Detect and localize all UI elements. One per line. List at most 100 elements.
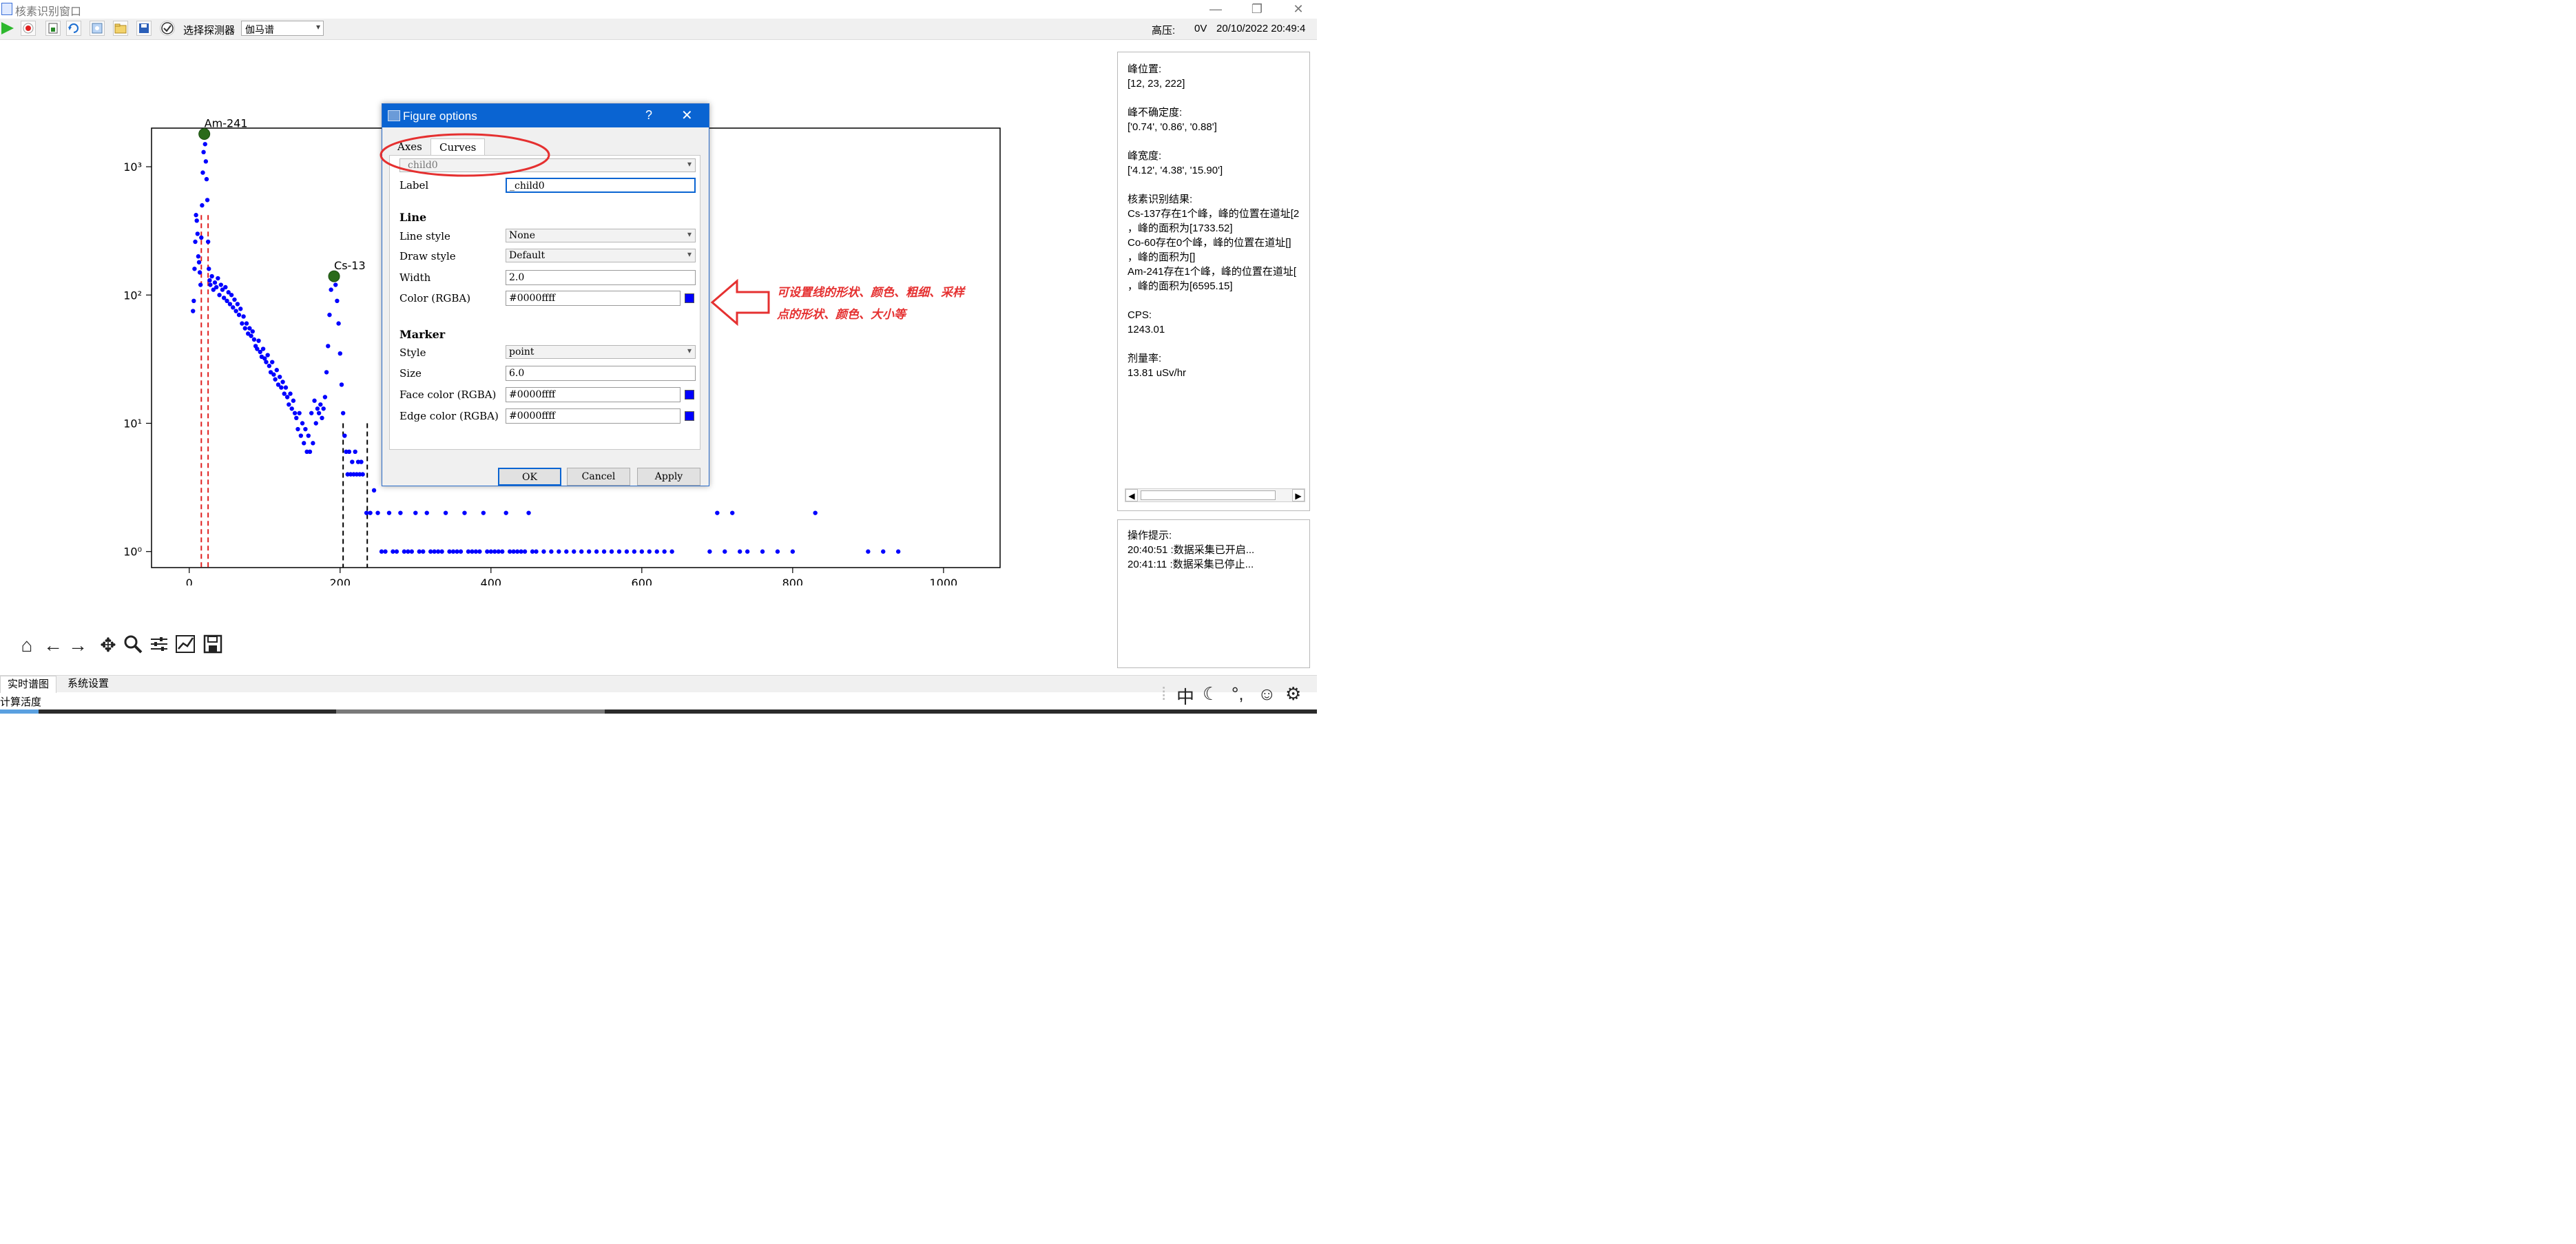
scroll-right-icon[interactable]: ▶ <box>1292 489 1305 501</box>
data-point <box>458 549 464 554</box>
ok-button[interactable]: OK <box>498 468 561 486</box>
data-point <box>198 282 203 287</box>
width-input[interactable]: 2.0 <box>506 270 696 285</box>
color-input[interactable]: #0000ffff <box>506 291 681 306</box>
data-point <box>302 441 307 446</box>
marker-style-select[interactable]: point ▾ <box>506 345 696 359</box>
data-point <box>360 472 365 477</box>
data-point <box>191 309 196 313</box>
figure-options-icon[interactable] <box>174 634 197 657</box>
data-point <box>205 198 210 203</box>
data-point <box>654 549 659 554</box>
edge-color-swatch-button[interactable] <box>685 411 694 421</box>
data-point <box>235 302 240 307</box>
data-point <box>303 426 308 432</box>
data-point <box>402 549 407 554</box>
data-point <box>522 549 528 554</box>
data-point <box>557 549 561 554</box>
data-point <box>309 411 314 415</box>
status-row: 计算活度 <box>0 692 1317 709</box>
data-point <box>320 415 324 421</box>
data-point <box>342 433 347 438</box>
results-scrollbar[interactable]: ◀ ▶ <box>1125 488 1305 502</box>
data-point <box>297 411 302 415</box>
draw-style-value: Default <box>509 250 546 261</box>
ime-lang-icon[interactable]: 中 <box>1176 683 1194 709</box>
line-style-select[interactable]: None ▾ <box>506 229 696 242</box>
open-folder-icon[interactable] <box>113 21 128 36</box>
data-point <box>477 549 482 554</box>
pan-icon[interactable]: ✥ <box>96 634 120 657</box>
data-point <box>202 142 207 147</box>
data-point <box>256 338 261 343</box>
edge-color-input[interactable]: #0000ffff <box>506 408 681 424</box>
data-point <box>232 297 237 302</box>
moon-icon[interactable]: ☾ <box>1203 683 1218 705</box>
app-window: 核素识别窗口 — ❐ ✕ 选择探测器 伽马谱 ▾ 高压: 0V 20/10/20… <box>0 0 1317 715</box>
data-point <box>270 360 275 364</box>
save-icon[interactable] <box>136 21 152 36</box>
data-point <box>492 549 497 554</box>
data-point <box>564 549 569 554</box>
data-point <box>208 282 213 287</box>
data-point <box>616 549 622 554</box>
face-color-swatch-button[interactable] <box>685 390 694 400</box>
data-point <box>775 549 780 554</box>
data-point <box>737 549 742 554</box>
restore-button[interactable]: ❐ <box>1237 0 1277 18</box>
close-button[interactable]: ✕ <box>1278 0 1318 18</box>
data-point <box>488 549 493 554</box>
size-input[interactable]: 6.0 <box>506 366 696 381</box>
line-section: Line <box>399 211 427 224</box>
record-icon[interactable] <box>21 21 36 36</box>
face-color-input[interactable]: #0000ffff <box>506 387 681 402</box>
detector-label: 选择探测器 <box>183 25 236 37</box>
back-arrow-icon[interactable]: ← <box>41 634 65 657</box>
data-point <box>586 549 592 554</box>
data-point <box>428 549 433 554</box>
save-figure-icon[interactable] <box>201 634 225 657</box>
data-point <box>231 305 236 310</box>
check-icon[interactable] <box>160 21 175 36</box>
status-text: 计算活度 <box>0 696 42 708</box>
tab-realtime-spectrum[interactable]: 实时谱图 <box>0 676 57 693</box>
subplots-icon[interactable] <box>147 634 171 657</box>
tab-system-settings[interactable]: 系统设置 <box>61 676 116 692</box>
emoji-icon[interactable]: ☺ <box>1258 683 1276 705</box>
detector-select[interactable]: 伽马谱 ▾ <box>241 21 324 36</box>
data-point <box>279 385 284 390</box>
home-icon[interactable]: ⌂ <box>15 634 39 657</box>
data-point <box>227 302 233 307</box>
data-point <box>316 411 322 415</box>
cancel-button[interactable]: Cancel <box>567 468 630 486</box>
data-point <box>216 276 220 281</box>
scroll-thumb[interactable] <box>1141 490 1276 500</box>
marker-section: Marker <box>399 328 446 341</box>
apply-button[interactable]: Apply <box>637 468 700 486</box>
draw-style-label: Draw style <box>399 250 456 262</box>
settings-gear-icon[interactable]: ⚙ <box>1285 683 1301 705</box>
punctuation-icon[interactable]: °, <box>1232 683 1244 705</box>
color-swatch-button[interactable] <box>685 293 694 303</box>
data-point <box>249 333 253 338</box>
x-tick-label: 400 <box>481 577 502 585</box>
dialog-close-button[interactable]: ✕ <box>681 107 693 124</box>
data-point <box>307 449 313 455</box>
refresh-icon[interactable] <box>66 21 81 36</box>
forward-arrow-icon[interactable]: → <box>66 634 90 657</box>
calibrate-icon[interactable] <box>90 21 105 36</box>
zoom-icon[interactable] <box>121 634 145 657</box>
size-label: Size <box>399 367 422 380</box>
data-point <box>530 549 535 554</box>
play-icon[interactable] <box>0 21 15 36</box>
peak-marker <box>198 128 211 141</box>
data-point <box>209 273 214 279</box>
draw-style-select[interactable]: Default ▾ <box>506 249 696 262</box>
data-point <box>322 395 328 400</box>
help-button[interactable]: ? <box>645 108 652 123</box>
scroll-left-icon[interactable]: ◀ <box>1125 489 1138 501</box>
data-point <box>193 239 198 245</box>
chevron-down-icon: ▾ <box>687 249 692 259</box>
minimize-button[interactable]: — <box>1196 0 1236 18</box>
export-icon[interactable] <box>45 21 61 36</box>
